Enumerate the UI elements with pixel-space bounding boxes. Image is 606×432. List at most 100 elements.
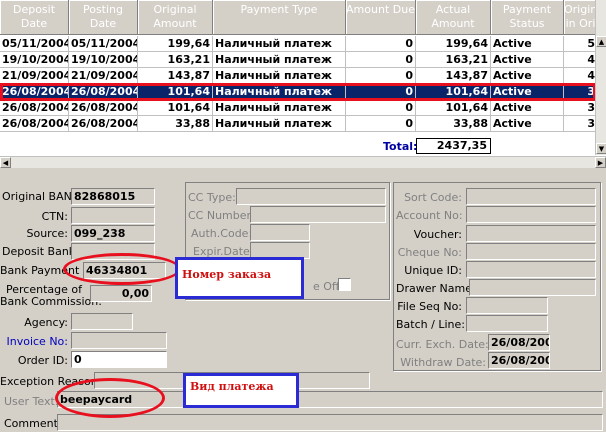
deposit-bank-field[interactable] [71,243,155,260]
table-cell-original: 199,64 [138,36,213,52]
table-cell-original: 143,87 [138,68,213,84]
source-label: Source: [26,227,69,240]
table-cell-actual: 199,64 [416,36,491,52]
column-header[interactable]: Origin in Ori [564,0,598,35]
table-cell-due: 0 [346,100,416,116]
source-field[interactable]: 099_238 [71,225,155,242]
cc-type-field[interactable] [236,188,386,205]
cc-number-field[interactable] [250,206,386,223]
table-cell-type: Наличный платеж [213,100,346,116]
unique-id-label: Unique ID: [404,264,462,277]
file-seq-label: File Seq No: [397,300,462,313]
drawer-name-label: Drawer Name: [396,282,476,295]
exception-reason-label: Exception Reason: [0,375,102,388]
table-cell-actual: 101,64 [416,84,491,100]
batch-line-field[interactable] [466,315,548,332]
table-cell-type: Наличный платеж [213,116,346,132]
column-header[interactable]: Amount Due [346,0,416,35]
write-off-checkbox[interactable] [338,278,351,291]
deposit-bank-label: Deposit Bank: [2,245,79,258]
table-cell-original: 101,64 [138,84,213,100]
account-no-field[interactable] [466,206,596,223]
column-header[interactable]: Original Amount [138,0,213,35]
scroll-down-icon[interactable]: ▼ [596,143,606,154]
drawer-name-field[interactable] [469,279,596,296]
file-seq-field[interactable] [466,297,548,314]
grid-horizontal-scrollbar[interactable]: ◀ ▶ [0,156,606,168]
withdraw-date-label: Withdraw Date: [400,356,486,369]
table-cell-due: 0 [346,36,416,52]
table-cell-original: 163,21 [138,52,213,68]
annotation-order-number: Номер заказа [175,257,304,299]
sort-code-label: Sort Code: [404,191,462,204]
ctn-field[interactable] [71,207,155,224]
table-row[interactable]: 19/10/2004 19/10/2004 163,21 Наличный плате… [0,52,598,68]
table-cell-status: Active [491,100,564,116]
agency-field[interactable] [71,313,133,330]
cc-type-label: CC Type: [188,191,236,204]
table-cell-deposit: 21/09/2004 [0,68,69,84]
table-cell-origin: 4 [564,52,598,68]
table-cell-deposit: 26/08/2004 [0,100,69,116]
column-header[interactable]: Deposit Date [0,0,69,35]
cheque-no-field[interactable] [466,243,596,260]
table-cell-posting: 26/08/2004 [69,100,138,116]
auth-code-label: Auth.Code: [191,227,253,240]
annotation-payment-type-text: Вид платежа [190,380,274,393]
percentage-field[interactable]: 0,00 [90,285,152,302]
table-cell-origin: 3 [564,84,598,100]
table-cell-due: 0 [346,84,416,100]
column-header[interactable]: Actual Amount [416,0,491,35]
sort-code-field[interactable] [466,188,596,205]
comment-field[interactable] [57,414,603,431]
voucher-field[interactable] [466,225,596,242]
table-cell-posting: 21/09/2004 [69,68,138,84]
ctn-label: CTN: [41,210,68,223]
table-cell-actual: 101,64 [416,100,491,116]
table-cell-actual: 143,87 [416,68,491,84]
original-ban-label: Original BAN: [2,190,76,203]
agency-label: Agency: [24,316,68,329]
table-cell-status: Active [491,68,564,84]
table-row[interactable]: 26/08/2004 26/08/2004 101,64 Наличный плате… [0,100,598,116]
batch-line-label: Batch / Line: [396,318,465,331]
table-cell-posting: 26/08/2004 [69,84,138,100]
withdraw-date-field[interactable]: 26/08/2004 [488,352,550,369]
table-row[interactable]: 26/08/2004 26/08/2004 101,64 Наличный плате… [0,84,598,100]
scroll-right-icon[interactable]: ▶ [595,157,606,168]
table-cell-original: 101,64 [138,100,213,116]
table-cell-posting: 19/10/2004 [69,52,138,68]
order-id-field[interactable]: 0 [71,351,167,368]
unique-id-field[interactable] [466,261,596,278]
original-ban-field[interactable]: 82868015 [71,188,155,205]
user-text-field[interactable]: beepaycard [57,391,603,408]
column-header[interactable]: Payment Type [213,0,346,35]
table-row[interactable]: 05/11/2004 05/11/2004 199,64 Наличный плате… [0,36,598,52]
table-row[interactable]: 21/09/2004 21/09/2004 143,87 Наличный плате… [0,68,598,84]
curr-exch-date-label: Curr. Exch. Date: [396,338,489,351]
table-cell-status: Active [491,116,564,132]
table-cell-actual: 33,88 [416,116,491,132]
invoice-no-link[interactable]: Invoice No: [2,335,69,348]
scroll-up-icon[interactable]: ▲ [596,36,606,47]
bank-payment-id-field[interactable]: 46334801 [83,262,166,279]
table-cell-type: Наличный платеж [213,52,346,68]
table-cell-deposit: 26/08/2004 [0,84,69,100]
scroll-left-icon[interactable]: ◀ [0,157,11,168]
invoice-no-field[interactable] [71,332,167,349]
curr-exch-date-field[interactable]: 26/08/2004 [488,334,550,351]
table-cell-status: Active [491,84,564,100]
table-cell-type: Наличный платеж [213,68,346,84]
account-no-label: Account No: [396,209,463,222]
auth-code-field[interactable] [250,224,310,241]
grid-vertical-scrollbar[interactable]: ▲ ▼ [595,0,606,155]
table-cell-due: 0 [346,116,416,132]
table-row[interactable]: 26/08/2004 26/08/2004 33,88 Наличный платеж… [0,116,598,132]
column-header[interactable]: Payment Status [491,0,564,35]
table-cell-type: Наличный платеж [213,36,346,52]
table-cell-deposit: 26/08/2004 [0,116,69,132]
column-header[interactable]: Posting Date [69,0,138,35]
payments-grid: Deposit Date Posting Date Original Amount P… [0,0,606,168]
user-text-label: User Text: [4,395,59,408]
order-id-label: Order ID: [17,354,68,367]
